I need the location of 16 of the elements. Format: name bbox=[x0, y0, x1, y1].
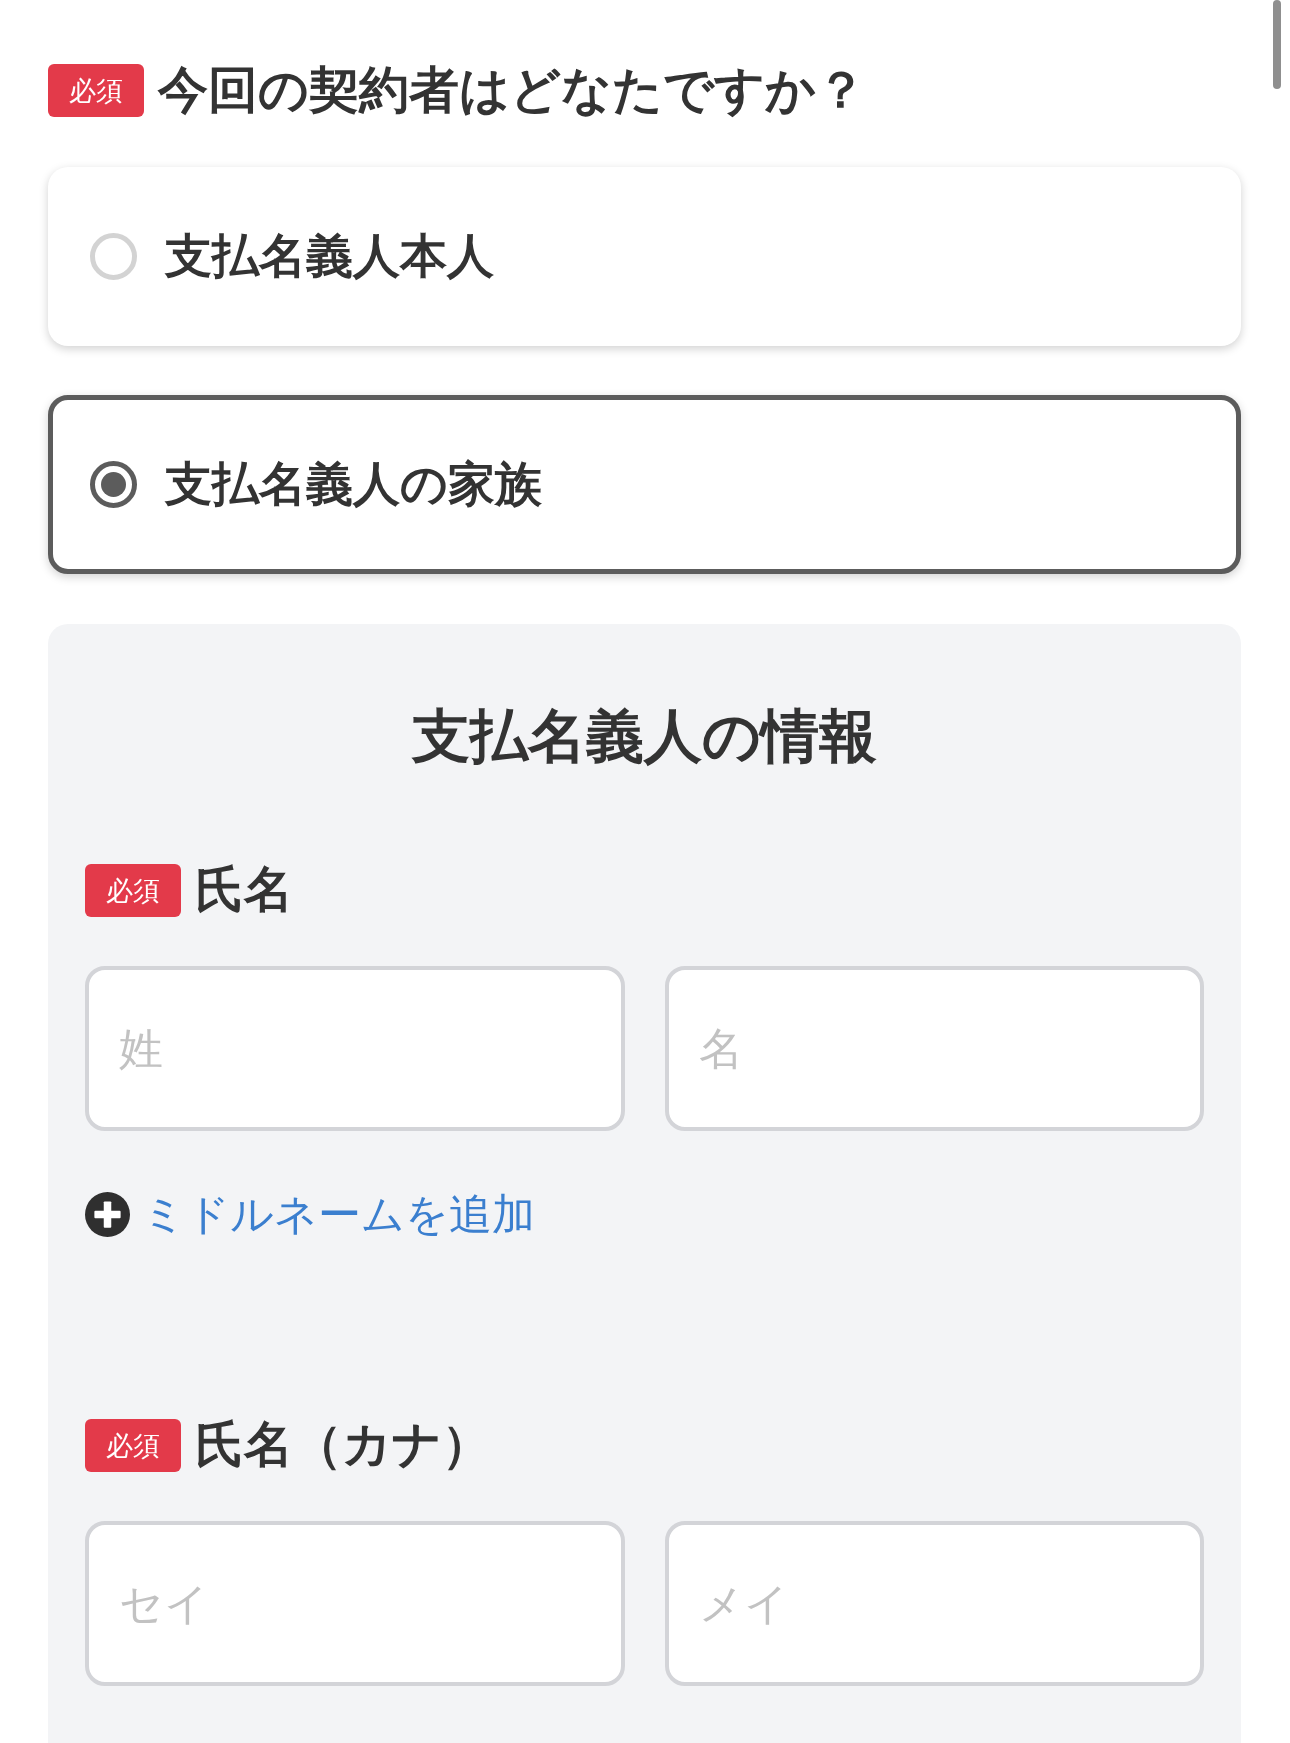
section-title: 支払名義人の情報 bbox=[412, 701, 877, 772]
add-middle-name-link[interactable]: ミドルネームを追加 bbox=[85, 1189, 535, 1239]
required-badge: 必須 bbox=[85, 863, 181, 917]
required-badge: 必須 bbox=[85, 1418, 181, 1472]
radio-option[interactable]: 支払名義人の家族 bbox=[48, 395, 1241, 574]
field-label: 氏名（カナ） bbox=[195, 1417, 491, 1473]
question-title: 今回の契約者はどなたですか？ bbox=[158, 60, 866, 120]
input-field[interactable]: メイ bbox=[664, 1521, 1204, 1686]
radio-button[interactable] bbox=[90, 461, 137, 508]
radio-option[interactable]: 支払名義人本人 bbox=[48, 167, 1241, 346]
required-badge: 必須 bbox=[48, 63, 144, 117]
input-field[interactable]: セイ bbox=[85, 1521, 625, 1686]
plus-circle-icon bbox=[85, 1191, 130, 1237]
input-field[interactable]: 名 bbox=[664, 966, 1204, 1131]
input-field[interactable]: 姓 bbox=[85, 966, 625, 1131]
field-label: 氏名 bbox=[195, 862, 293, 918]
